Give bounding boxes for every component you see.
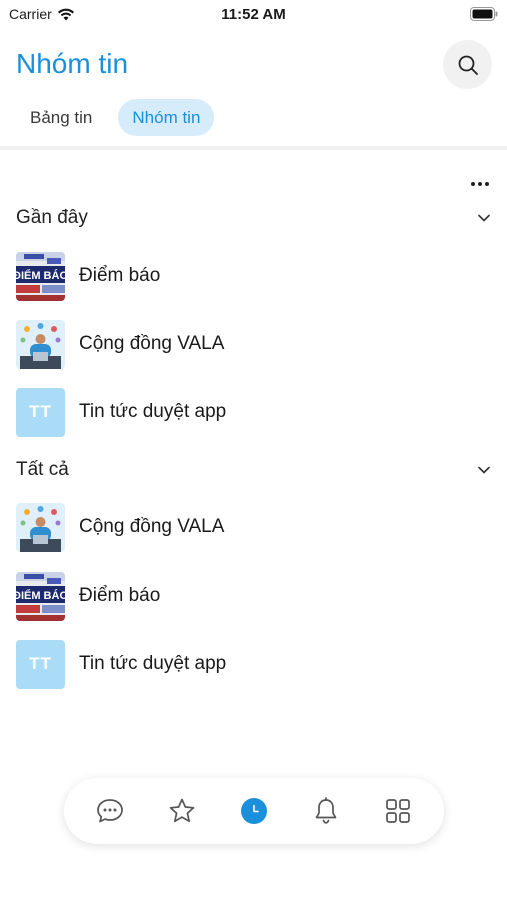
tt-thumb-label: TT bbox=[29, 654, 52, 673]
clock-icon bbox=[241, 798, 267, 824]
chevron-down-icon bbox=[478, 466, 490, 474]
nav-clock-button[interactable] bbox=[234, 791, 274, 831]
diem-bao-thumbnail: ĐIỂM BÁO bbox=[16, 571, 65, 621]
tt-thumbnail: TT bbox=[16, 639, 65, 689]
tab-bang-tin[interactable]: Bảng tin bbox=[16, 99, 106, 136]
tt-thumbnail: TT bbox=[16, 387, 65, 437]
nav-grid-button[interactable] bbox=[378, 791, 418, 831]
chevron-down-icon bbox=[478, 214, 490, 222]
section-header-all[interactable]: Tất cả bbox=[16, 455, 492, 485]
tt-thumb-label: TT bbox=[29, 402, 52, 421]
diem-bao-thumb-label: ĐIỂM BÁO bbox=[16, 269, 65, 282]
section-header-recent[interactable]: Gần đây bbox=[16, 203, 492, 233]
diem-bao-thumbnail: ĐIỂM BÁO bbox=[16, 251, 65, 301]
group-item-vala[interactable]: Cộng đồng VALA bbox=[16, 502, 492, 552]
group-name: Tin tức duyệt app bbox=[79, 653, 227, 674]
grid-icon bbox=[386, 799, 410, 823]
vala-thumbnail bbox=[16, 502, 65, 552]
star-icon bbox=[169, 798, 195, 823]
screen: Carrier 11:52 AM Nhóm tin Bảng tin Nhóm … bbox=[0, 0, 507, 900]
group-name: Cộng đồng VALA bbox=[79, 333, 225, 354]
group-name: Tin tức duyệt app bbox=[79, 401, 227, 422]
group-name: Điểm báo bbox=[79, 265, 161, 286]
section-title-recent: Gần đây bbox=[16, 207, 88, 228]
status-time: 11:52 AM bbox=[221, 6, 286, 23]
tab-bar: Bảng tin Nhóm tin bbox=[16, 99, 215, 136]
chat-icon bbox=[97, 799, 123, 823]
group-name: Điểm báo bbox=[79, 585, 161, 606]
bottom-nav bbox=[64, 778, 444, 844]
nav-chat-button[interactable] bbox=[90, 791, 130, 831]
more-icon[interactable] bbox=[468, 176, 492, 192]
group-item-tin-tuc[interactable]: TT Tin tức duyệt app bbox=[16, 387, 492, 437]
group-name: Cộng đồng VALA bbox=[79, 516, 225, 537]
vala-thumbnail bbox=[16, 319, 65, 369]
status-bar: Carrier 11:52 AM bbox=[0, 0, 507, 30]
nav-star-button[interactable] bbox=[162, 791, 202, 831]
divider bbox=[0, 146, 507, 150]
group-item-diem-bao[interactable]: ĐIỂM BÁO Điểm báo bbox=[16, 251, 492, 301]
search-icon bbox=[458, 55, 478, 75]
page-title: Nhóm tin bbox=[16, 48, 129, 79]
section-title-all: Tất cả bbox=[16, 459, 69, 480]
group-item-diem-bao[interactable]: ĐIỂM BÁO Điểm báo bbox=[16, 571, 492, 621]
group-item-tin-tuc[interactable]: TT Tin tức duyệt app bbox=[16, 639, 492, 689]
nav-bell-button[interactable] bbox=[306, 791, 346, 831]
bell-icon bbox=[315, 797, 337, 824]
battery-icon bbox=[470, 7, 498, 21]
search-button[interactable] bbox=[443, 40, 492, 89]
tab-nhom-tin[interactable]: Nhóm tin bbox=[118, 99, 215, 136]
group-item-vala[interactable]: Cộng đồng VALA bbox=[16, 319, 492, 369]
diem-bao-thumb-label: ĐIỂM BÁO bbox=[16, 589, 65, 602]
